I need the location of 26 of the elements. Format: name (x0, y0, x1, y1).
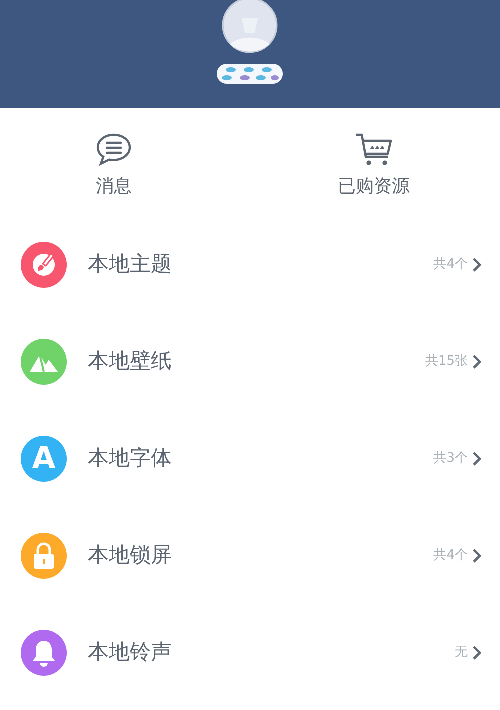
item-count: 共15张 (425, 352, 468, 371)
item-count: 共3个 (434, 450, 468, 468)
menu-item-title: 本地锁屏 (88, 542, 173, 569)
quick-action-button[interactable]: 已购资源 (338, 132, 410, 196)
item-count: 共4个 (434, 546, 468, 565)
menu-item-title: 本地壁纸 (88, 348, 173, 375)
menu-item[interactable]: 本地锁屏 共4个 (0, 507, 500, 604)
quick-action-button[interactable]: 消息 (95, 132, 133, 196)
menu-item[interactable]: A 本地字体 共3个 (0, 410, 500, 507)
chevron-right-icon (472, 548, 482, 564)
nickname-sticker (217, 64, 283, 84)
menu-item-title: 本地主题 (88, 250, 173, 278)
item-count: 共4个 (434, 256, 468, 274)
chevron-right-icon (472, 256, 482, 272)
chevron-right-icon (472, 354, 482, 370)
chat-bubble-icon (95, 132, 133, 168)
letter-icon: A (21, 436, 67, 482)
menu-item[interactable]: 本地壁纸 共15张 (0, 313, 500, 410)
chevron-right-icon (472, 450, 482, 466)
shopping-cart-icon (354, 132, 394, 168)
menu-item[interactable]: 本地铃声 无 (0, 604, 500, 701)
item-count: 无 (455, 644, 468, 662)
chevron-right-icon (472, 644, 482, 660)
menu-item-title: 本地铃声 (88, 638, 173, 666)
menu-item[interactable]: 本地主题 共4个 (0, 216, 500, 313)
menu-item-title: 本地字体 (88, 444, 173, 472)
